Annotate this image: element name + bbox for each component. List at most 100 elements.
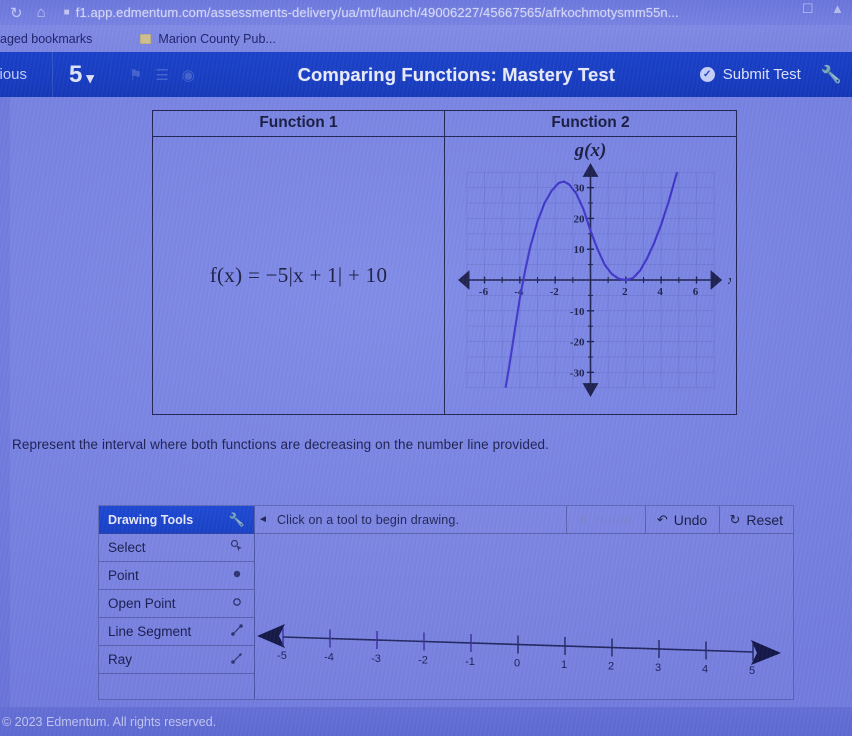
copyright-text: © 2023 Edmentum. All rights reserved. <box>2 714 217 729</box>
bookmark-icon[interactable]: ☰ <box>155 66 168 84</box>
flag-icon[interactable]: ⚑ <box>129 66 142 84</box>
wrench-icon[interactable]: 🔧 <box>807 65 852 85</box>
table-body-row: f(x) = −5|x + 1| + 10 g(x) -6 -4 -2 2 4 6 30 20… <box>153 136 736 414</box>
drawing-tools-header[interactable]: Drawing Tools 🔧 <box>99 506 254 534</box>
previous-button[interactable]: vious <box>0 66 52 83</box>
svg-text:x: x <box>727 272 731 287</box>
help-icon[interactable]: ◉ <box>182 66 195 84</box>
function-comparison-table: Function 1 Function 2 f(x) = −5|x + 1| +… <box>152 110 737 415</box>
svg-text:6: 6 <box>693 286 699 298</box>
tool-item-ray[interactable]: Ray <box>99 646 254 674</box>
svg-text:2: 2 <box>608 661 614 673</box>
svg-text:-3: -3 <box>371 653 381 665</box>
tool-panel-filler <box>99 674 254 704</box>
table-header-row: Function 1 Function 2 <box>153 111 736 136</box>
function2-cell: g(x) -6-4-2246302010-10-20-30x <box>444 137 736 414</box>
bookmark-label: Marion County Pub... <box>158 31 276 46</box>
column-header-function2: Function 2 <box>444 111 736 136</box>
tool-label: Select <box>108 540 146 555</box>
submit-test-button[interactable]: ✓ Submit Test <box>699 66 807 83</box>
svg-text:4: 4 <box>702 664 708 676</box>
svg-text:0: 0 <box>514 658 520 670</box>
open-point-icon <box>228 595 246 612</box>
graph-title: g(x) <box>574 140 607 161</box>
svg-text:-5: -5 <box>277 650 287 662</box>
folder-icon <box>140 33 152 44</box>
column-header-function1: Function 1 <box>259 114 338 131</box>
collapse-left-icon[interactable]: ◄ <box>255 514 271 525</box>
svg-text:1: 1 <box>561 659 567 671</box>
undo-button[interactable]: ↶ Undo <box>644 505 719 534</box>
reset-icon: ↻ <box>729 511 741 527</box>
tool-item-select[interactable]: Select <box>99 534 254 562</box>
page-footer: © 2023 Edmentum. All rights reserved. <box>0 707 852 736</box>
drawing-canvas-area: ◄ Click on a tool to begin drawing. ✖ De… <box>255 505 793 699</box>
assessment-content: Function 1 Function 2 f(x) = −5|x + 1| +… <box>0 97 852 707</box>
url-text[interactable]: f1.app.edmentum.com/assessments-delivery… <box>76 5 679 20</box>
page-title: Comparing Functions: Mastery Test <box>297 63 616 85</box>
svg-text:2: 2 <box>622 286 628 298</box>
drawing-tool-area: Drawing Tools 🔧 Select Point Open Point <box>98 505 794 700</box>
tool-label: Point <box>108 568 139 583</box>
header-tool-icons: ⚑ ☰ ◉ <box>110 52 213 97</box>
svg-text:-30: -30 <box>570 367 585 379</box>
wrench-icon: 🔧 <box>228 511 246 527</box>
svg-text:-2: -2 <box>418 655 428 667</box>
delete-label: Delete <box>594 511 635 528</box>
svg-text:10: 10 <box>574 244 586 256</box>
bookmarks-bar: aged bookmarks Marion County Pub... <box>0 25 852 52</box>
submit-test-label: Submit Test <box>722 66 801 83</box>
svg-text:4: 4 <box>657 286 663 298</box>
check-circle-icon: ✓ <box>699 67 715 82</box>
svg-text:20: 20 <box>574 213 586 225</box>
undo-label: Undo <box>673 511 708 528</box>
reset-button[interactable]: ↻ Reset <box>718 505 793 534</box>
function1-cell: f(x) = −5|x + 1| + 10 <box>153 137 444 414</box>
svg-text:-10: -10 <box>570 306 585 318</box>
function1-equation: f(x) = −5|x + 1| + 10 <box>209 263 388 287</box>
question-number-dropdown[interactable]: 5 ▾ <box>52 52 110 97</box>
number-line[interactable]: -5 -4 -3 -2 -1 0 1 2 3 4 5 <box>255 534 795 699</box>
tool-item-point[interactable]: Point <box>99 562 254 590</box>
tool-label: Open Point <box>108 596 176 611</box>
question-number: 5 <box>69 60 83 88</box>
drawing-hint: Click on a tool to begin drawing. <box>277 512 460 527</box>
bookmark-item-marion-county[interactable]: Marion County Pub... <box>140 31 276 46</box>
delete-button[interactable]: ✖ Delete <box>566 505 644 534</box>
profile-icon[interactable]: ▲ <box>831 1 844 16</box>
cast-icon[interactable]: ☐ <box>802 1 814 16</box>
url-bar-actions: ☐ ▲ <box>788 1 844 17</box>
managed-bookmarks-label[interactable]: aged bookmarks <box>0 32 92 46</box>
tool-item-line-segment[interactable]: Line Segment <box>99 618 254 646</box>
cursor-icon <box>228 539 246 556</box>
svg-text:-4: -4 <box>324 652 334 664</box>
drawing-toolbar: ◄ Click on a tool to begin drawing. ✖ De… <box>255 505 793 534</box>
filled-point-icon <box>228 567 246 584</box>
home-icon[interactable]: ⌂ <box>37 4 46 21</box>
browser-url-bar[interactable]: ↻ ⌂ ■ f1.app.edmentum.com/assessments-de… <box>0 0 852 25</box>
drawing-tools-panel: Drawing Tools 🔧 Select Point Open Point <box>99 506 255 699</box>
tool-item-open-point[interactable]: Open Point <box>99 590 254 618</box>
site-info-icon[interactable]: ■ <box>64 7 70 18</box>
app-header: vious 5 ▾ ⚑ ☰ ◉ Comparing Functions: Mas… <box>0 52 852 97</box>
svg-text:-2: -2 <box>550 286 560 298</box>
reload-icon[interactable]: ↻ <box>10 4 23 22</box>
function2-graph: g(x) -6-4-2246302010-10-20-30x <box>450 140 735 409</box>
tool-label: Line Segment <box>108 624 192 639</box>
line-segment-icon <box>228 623 246 640</box>
drawing-tools-title: Drawing Tools <box>108 512 194 527</box>
undo-icon: ↶ <box>656 511 668 527</box>
svg-text:-6: -6 <box>479 286 489 298</box>
reset-label: Reset <box>746 511 783 528</box>
svg-text:-20: -20 <box>570 337 585 349</box>
delete-icon: ✖ <box>577 511 589 527</box>
tool-label: Ray <box>108 652 133 667</box>
svg-text:3: 3 <box>655 662 661 674</box>
question-instruction: Represent the interval where both functi… <box>12 437 550 452</box>
cubic-function-plot: -6-4-2246302010-10-20-30x <box>458 163 735 397</box>
chevron-down-icon: ▾ <box>86 69 94 87</box>
ray-icon <box>228 651 246 668</box>
svg-text:-1: -1 <box>465 656 475 668</box>
svg-text:5: 5 <box>749 665 755 677</box>
number-line-canvas[interactable]: -5 -4 -3 -2 -1 0 1 2 3 4 5 <box>255 534 793 699</box>
